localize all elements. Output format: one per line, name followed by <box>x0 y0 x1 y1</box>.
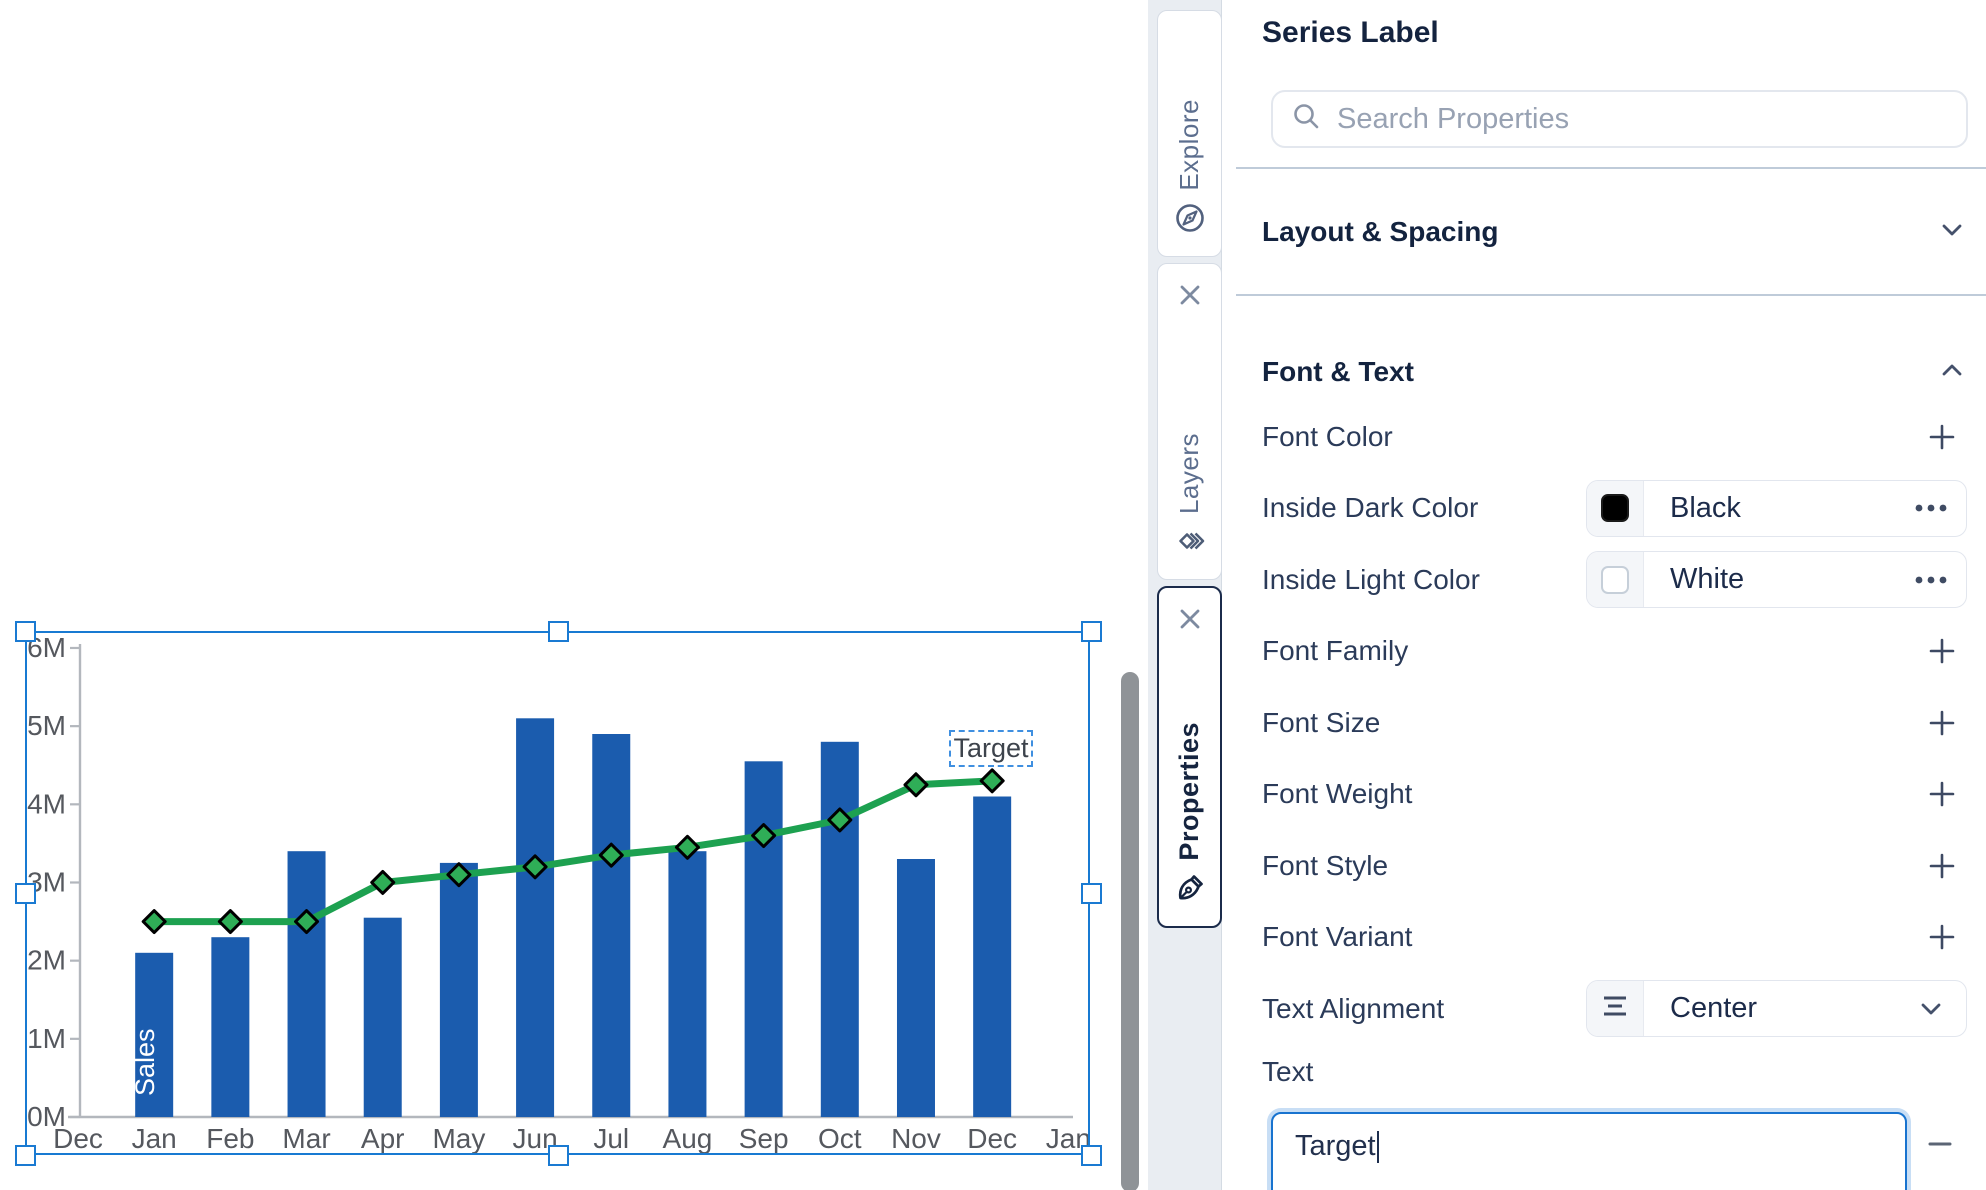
property-label: Font Family <box>1262 635 1408 667</box>
selection-handle-bottom-left[interactable] <box>15 1145 36 1166</box>
property-row-font-weight: Font Weight <box>1262 759 1967 831</box>
chevron-down-icon[interactable] <box>1937 215 1967 250</box>
property-row-inside-dark-color: Inside Dark Color Black <box>1262 473 1967 545</box>
selection-handle-top-right[interactable] <box>1081 621 1102 642</box>
chevron-down-icon[interactable] <box>1896 994 1966 1024</box>
color-swatch[interactable] <box>1601 566 1629 594</box>
property-label: Inside Light Color <box>1262 564 1480 596</box>
section-layout-spacing[interactable]: Layout & Spacing <box>1262 198 1967 266</box>
selection-handle-bottom-right[interactable] <box>1081 1145 1102 1166</box>
property-label: Font Variant <box>1262 921 1412 953</box>
property-row-font-size: Font Size <box>1262 687 1967 759</box>
color-swatch[interactable] <box>1601 494 1629 522</box>
value-control[interactable]: White <box>1586 551 1967 608</box>
close-icon[interactable] <box>1175 604 1205 634</box>
property-label: Font Size <box>1262 707 1380 739</box>
add-property-button[interactable] <box>1925 420 1959 454</box>
section-title: Font & Text <box>1262 356 1414 388</box>
add-property-button[interactable] <box>1925 777 1959 811</box>
tab-properties[interactable]: Properties <box>1157 586 1222 928</box>
selection-handle-bottom-center[interactable] <box>548 1145 569 1166</box>
control-value: Black <box>1644 492 1896 525</box>
properties-panel: Series Label Search Properties Layout & … <box>1222 0 1986 1190</box>
add-property-button[interactable] <box>1925 706 1959 740</box>
tab-explore[interactable]: Explore <box>1157 10 1222 257</box>
tab-label: Explore <box>1174 99 1205 191</box>
property-label: Inside Dark Color <box>1262 492 1478 524</box>
text-cursor <box>1377 1131 1380 1163</box>
property-label: Text Alignment <box>1262 993 1444 1025</box>
chart-selection-box[interactable] <box>25 631 1090 1155</box>
pen-icon <box>1173 871 1207 910</box>
text-value-input[interactable]: Target <box>1271 1112 1907 1190</box>
tab-layers[interactable]: Layers <box>1157 263 1222 580</box>
control-value: White <box>1644 563 1896 596</box>
ellipsis-menu-icon[interactable] <box>1896 498 1966 518</box>
property-label: Font Style <box>1262 850 1388 882</box>
text-field-label: Text <box>1262 1056 1313 1088</box>
target-series-label[interactable]: Target <box>949 730 1033 767</box>
remove-text-button[interactable] <box>1923 1127 1957 1161</box>
ellipsis-menu-icon[interactable] <box>1896 570 1966 590</box>
chevron-up-icon[interactable] <box>1937 355 1967 390</box>
property-row-font-variant: Font Variant <box>1262 902 1967 974</box>
tab-label: Properties <box>1174 722 1205 861</box>
value-control[interactable]: Center <box>1586 980 1967 1037</box>
property-rows: Font Color Inside Dark Color Black Inside… <box>1262 401 1967 1045</box>
selection-handle-top-center[interactable] <box>548 621 569 642</box>
text-value: Target <box>1295 1130 1376 1162</box>
selection-handle-mid-right[interactable] <box>1081 883 1102 904</box>
property-row-font-color: Font Color <box>1262 401 1967 473</box>
layers-icon <box>1171 524 1209 563</box>
value-control[interactable]: Black <box>1586 480 1967 537</box>
property-row-text-alignment: Text Alignment Center <box>1262 973 1967 1045</box>
property-label: Font Color <box>1262 421 1393 453</box>
divider <box>1236 167 1986 169</box>
close-icon[interactable] <box>1175 280 1205 310</box>
section-title: Layout & Spacing <box>1262 216 1498 248</box>
divider <box>1236 294 1986 296</box>
control-preview-zone[interactable] <box>1587 981 1644 1036</box>
selection-handle-top-left[interactable] <box>15 621 36 642</box>
design-canvas[interactable]: 0M1M2M3M4M5M6MDecJanFebMarAprMayJunJulAu… <box>0 0 1148 1190</box>
property-row-font-style: Font Style <box>1262 830 1967 902</box>
selection-handle-mid-left[interactable] <box>15 883 36 904</box>
add-property-button[interactable] <box>1925 849 1959 883</box>
search-placeholder: Search Properties <box>1337 103 1569 136</box>
align-center-icon <box>1599 990 1631 1027</box>
app-window: 0M1M2M3M4M5M6MDecJanFebMarAprMayJunJulAu… <box>0 0 1986 1190</box>
compass-icon <box>1173 201 1207 240</box>
panel-tab-strip: Explore Layers Properties <box>1148 0 1222 1190</box>
property-row-inside-light-color: Inside Light Color White <box>1262 544 1967 616</box>
property-row-font-family: Font Family <box>1262 616 1967 688</box>
section-font-text[interactable]: Font & Text <box>1262 340 1967 404</box>
add-property-button[interactable] <box>1925 634 1959 668</box>
tab-label: Layers <box>1174 433 1205 514</box>
search-icon <box>1291 101 1323 138</box>
property-label: Font Weight <box>1262 778 1412 810</box>
control-preview-zone[interactable] <box>1587 552 1644 607</box>
search-properties-input[interactable]: Search Properties <box>1271 90 1968 148</box>
panel-title: Series Label <box>1262 16 1439 50</box>
control-value: Center <box>1644 992 1896 1025</box>
canvas-vertical-scrollbar[interactable] <box>1121 672 1139 1190</box>
add-property-button[interactable] <box>1925 920 1959 954</box>
control-preview-zone[interactable] <box>1587 481 1644 536</box>
